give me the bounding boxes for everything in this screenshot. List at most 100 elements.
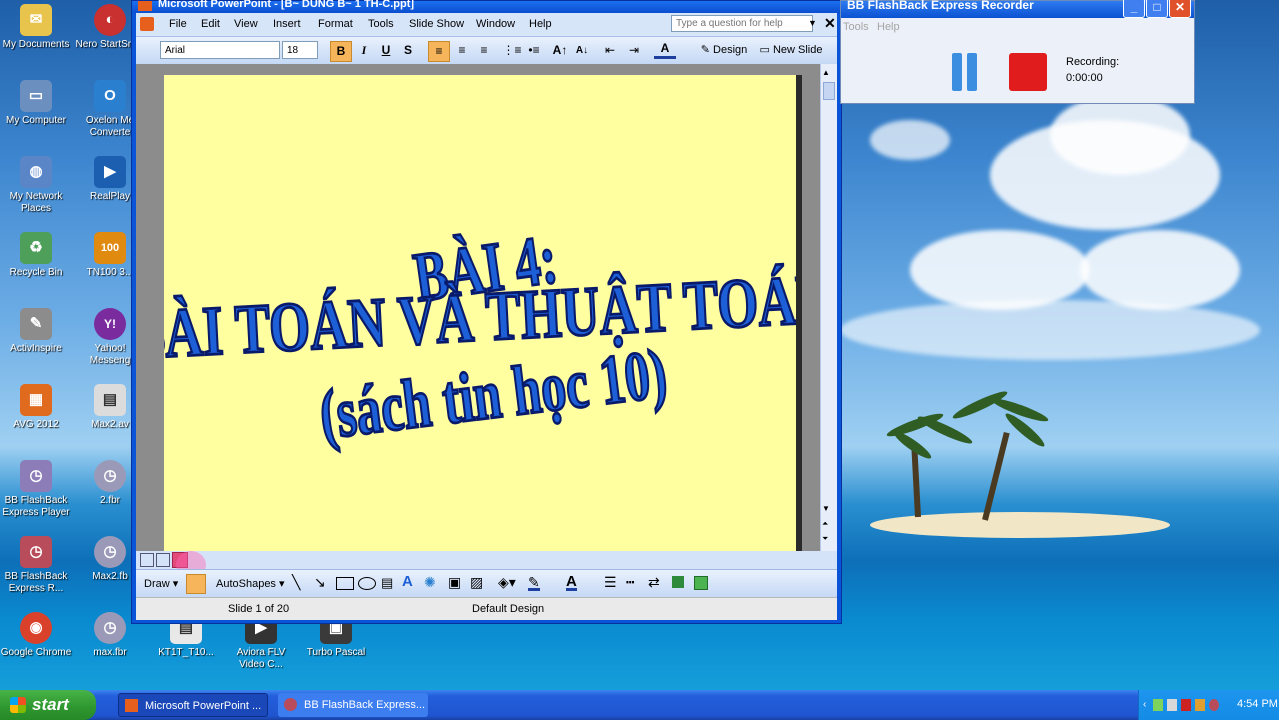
powerpoint-window: Microsoft PowerPoint - [B~ DUNG B~ 1 TH-…: [131, 0, 842, 624]
menu-insert[interactable]: Insert: [273, 18, 301, 30]
desktop-icon-my-documents[interactable]: ✉ My Documents: [0, 4, 72, 51]
menu-format[interactable]: Format: [318, 18, 353, 30]
bullets-icon[interactable]: •≡: [524, 41, 544, 60]
recorder-menu-bar: Tools Help: [841, 18, 1194, 37]
show-hidden-icons-icon[interactable]: ‹: [1143, 699, 1146, 710]
window-title: Microsoft PowerPoint - [B~ DUNG B~ 1 TH-…: [158, 0, 415, 10]
tray-app-icon[interactable]: [1195, 699, 1205, 711]
font-color-icon[interactable]: A: [654, 41, 676, 59]
menu-window[interactable]: Window: [476, 18, 515, 30]
previous-slide-icon[interactable]: ⏶: [822, 519, 828, 529]
taskbar-item-powerpoint[interactable]: Microsoft PowerPoint ...: [118, 693, 268, 717]
help-search-input[interactable]: [671, 15, 813, 32]
picture-icon[interactable]: ▨: [470, 574, 483, 591]
taskbar-item-flashback[interactable]: BB FlashBack Express...: [278, 693, 428, 717]
desktop-icon-recycle-bin[interactable]: ♻ Recycle Bin: [0, 232, 72, 279]
close-icon[interactable]: ✕: [1169, 0, 1191, 18]
design-button[interactable]: ✎ Design: [694, 41, 754, 60]
desktop-icon-my-network-places[interactable]: ◍ My Network Places: [0, 156, 72, 215]
slide-editing-area: BÀI 4: BÀI TOÁN VÀ THUẬT TOÁN (sách tin …: [136, 64, 837, 551]
scroll-down-icon[interactable]: ▼: [822, 504, 830, 513]
draw-menu-button[interactable]: Draw ▾: [144, 577, 178, 590]
menu-file[interactable]: File: [169, 18, 187, 30]
recorder-menu-tools[interactable]: Tools: [843, 21, 869, 33]
underline-button[interactable]: U: [376, 41, 396, 60]
numbering-icon[interactable]: ⋮≡: [502, 41, 522, 60]
powerpoint-titlebar[interactable]: Microsoft PowerPoint - [B~ DUNG B~ 1 TH-…: [132, 0, 841, 13]
rectangle-tool-icon[interactable]: [336, 577, 354, 590]
text-box-icon[interactable]: ▤: [381, 575, 393, 591]
scroll-up-icon[interactable]: ▲: [822, 68, 830, 77]
tray-app-icon[interactable]: [1181, 699, 1191, 711]
vertical-scrollbar[interactable]: ▲ ▼ ⏶ ⏷: [820, 64, 837, 551]
line-tool-icon[interactable]: ╲: [292, 574, 300, 591]
slide-canvas[interactable]: BÀI 4: BÀI TOÁN VÀ THUẬT TOÁN (sách tin …: [164, 75, 802, 551]
chrome-icon: ◉: [20, 612, 52, 644]
fill-color-icon[interactable]: ◈▾: [498, 574, 516, 591]
select-pointer-icon[interactable]: [186, 574, 206, 594]
font-color-draw-icon[interactable]: A: [566, 573, 577, 591]
flashback-recorder-window: BB FlashBack Express Recorder _ □ ✕ Tool…: [840, 0, 1195, 104]
clock[interactable]: 4:54 PM: [1237, 698, 1278, 710]
arrow-style-icon[interactable]: ⇄: [648, 574, 660, 591]
desktop-icon-google-chrome[interactable]: ◉ Google Chrome: [0, 612, 72, 659]
scroll-thumb[interactable]: [823, 82, 835, 100]
pause-button[interactable]: [952, 53, 962, 91]
chevron-down-icon[interactable]: ▼: [808, 18, 817, 28]
tray-app-icon[interactable]: [1167, 699, 1177, 711]
font-size-select[interactable]: 18: [282, 41, 318, 59]
font-name-select[interactable]: Arial: [160, 41, 280, 59]
line-style-icon[interactable]: ☰: [604, 574, 617, 591]
close-document-icon[interactable]: ✕: [824, 15, 836, 32]
dash-style-icon[interactable]: ┅: [626, 574, 634, 591]
menu-edit[interactable]: Edit: [201, 18, 220, 30]
oval-tool-icon[interactable]: [358, 577, 376, 590]
desktop-icon-avg[interactable]: ▦ AVG 2012: [0, 384, 72, 431]
flashback-icon: [284, 698, 297, 711]
3d-style-icon[interactable]: [694, 576, 708, 590]
status-slide-count: Slide 1 of 20: [228, 603, 290, 615]
slide-sorter-view-icon[interactable]: [156, 553, 170, 567]
recording-label: Recording:: [1066, 56, 1120, 68]
bold-button[interactable]: B: [330, 41, 352, 62]
menu-tools[interactable]: Tools: [368, 18, 394, 30]
document-icon[interactable]: [140, 17, 154, 31]
recorder-titlebar[interactable]: BB FlashBack Express Recorder _ □ ✕: [841, 0, 1194, 18]
next-slide-icon[interactable]: ⏷: [822, 534, 828, 544]
italic-button[interactable]: I: [354, 41, 374, 60]
increase-indent-icon[interactable]: ⇥: [624, 41, 644, 60]
shadow-button[interactable]: S: [398, 41, 418, 60]
stop-button[interactable]: [1009, 53, 1047, 91]
desktop-icon-my-computer[interactable]: ▭ My Computer: [0, 80, 72, 127]
normal-view-icon[interactable]: [140, 553, 154, 567]
shadow-style-icon[interactable]: [672, 576, 684, 588]
autoshapes-menu-button[interactable]: AutoShapes ▾: [216, 577, 285, 590]
minimize-icon[interactable]: _: [1123, 0, 1145, 18]
menu-help[interactable]: Help: [529, 18, 552, 30]
desktop-icon-bb-flashback-recorder[interactable]: ◷ BB FlashBack Express R...: [0, 536, 72, 595]
wordart-icon[interactable]: A: [402, 573, 413, 590]
diagram-icon[interactable]: ✺: [424, 574, 436, 591]
tray-app-icon[interactable]: [1209, 699, 1219, 711]
recorder-menu-help[interactable]: Help: [877, 21, 900, 33]
align-right-icon[interactable]: ≡: [474, 41, 494, 60]
line-color-icon[interactable]: ✎: [528, 574, 540, 591]
desktop-icon-activinspire[interactable]: ✎ ActivInspire: [0, 308, 72, 355]
menu-slide-show[interactable]: Slide Show: [409, 18, 464, 30]
clip-art-icon[interactable]: ▣: [448, 574, 461, 591]
desktop-icon-bb-flashback-player[interactable]: ◷ BB FlashBack Express Player: [0, 460, 72, 519]
video-file-icon: ▤: [94, 384, 126, 416]
tray-app-icon[interactable]: [1153, 699, 1163, 711]
decrease-font-icon[interactable]: A↓: [572, 41, 592, 60]
decrease-indent-icon[interactable]: ⇤: [600, 41, 620, 60]
powerpoint-icon: [125, 699, 138, 712]
menu-view[interactable]: View: [234, 18, 258, 30]
maximize-icon[interactable]: □: [1146, 0, 1168, 18]
align-left-icon[interactable]: ≡: [428, 41, 450, 62]
start-button[interactable]: start: [0, 690, 96, 720]
new-slide-button[interactable]: ▭ New Slide: [756, 41, 826, 60]
align-center-icon[interactable]: ≡: [452, 41, 472, 60]
increase-font-icon[interactable]: A↑: [550, 41, 570, 60]
powerpoint-app-icon: [138, 1, 152, 11]
arrow-tool-icon[interactable]: ↘: [314, 574, 326, 591]
